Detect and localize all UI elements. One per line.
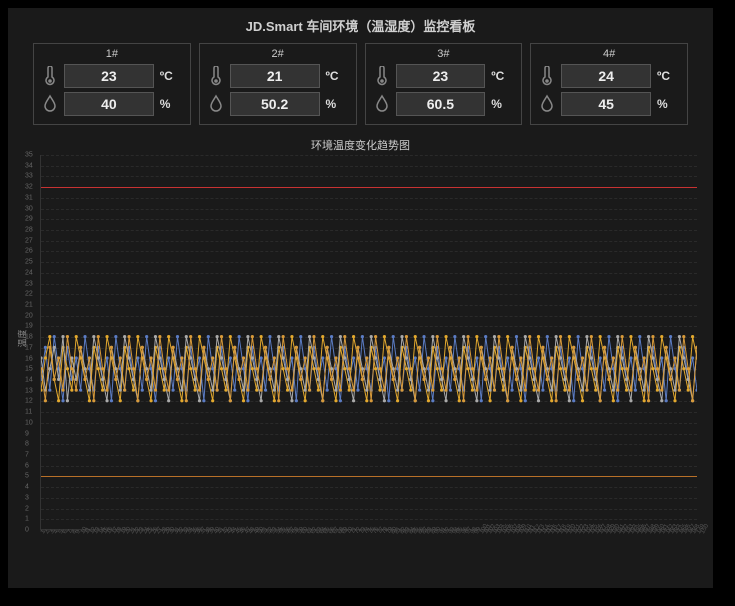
- kpi-row-temp: 21 ºC: [208, 64, 348, 88]
- unit-celsius: ºC: [657, 69, 679, 83]
- unit-percent: %: [160, 97, 182, 111]
- kpi-temp-value: 21: [230, 64, 320, 88]
- kpi-hum-value: 40: [64, 92, 154, 116]
- kpi-card-label: 1#: [42, 48, 182, 60]
- kpi-row-hum: 45 %: [539, 92, 679, 116]
- unit-percent: %: [657, 97, 679, 111]
- kpi-hum-value: 50.2: [230, 92, 320, 116]
- kpi-temp-value: 24: [561, 64, 651, 88]
- dashboard: JD.Smart 车间环境（温湿度）监控看板 1# 23 ºC 40 % 2# …: [8, 8, 713, 588]
- kpi-card-label: 2#: [208, 48, 348, 60]
- thermometer-icon: [42, 65, 58, 87]
- kpi-card-label: 4#: [539, 48, 679, 60]
- unit-percent: %: [491, 97, 513, 111]
- unit-celsius: ºC: [160, 69, 182, 83]
- droplet-icon: [374, 93, 390, 115]
- kpi-row-hum: 50.2 %: [208, 92, 348, 116]
- kpi-hum-value: 45: [561, 92, 651, 116]
- droplet-icon: [42, 93, 58, 115]
- kpi-row-temp: 24 ºC: [539, 64, 679, 88]
- kpi-temp-value: 23: [64, 64, 154, 88]
- page-title: JD.Smart 车间环境（温湿度）监控看板: [8, 8, 713, 43]
- thermometer-icon: [208, 65, 224, 87]
- x-axis-ticks: 1234567891011121314151617181920212223242…: [40, 530, 697, 560]
- kpi-card-3: 3# 23 ºC 60.5 %: [365, 43, 523, 125]
- kpi-card-label: 3#: [374, 48, 514, 60]
- unit-celsius: ºC: [326, 69, 348, 83]
- chart-panel: 环境温度变化趋势图 温度 012345678910111213141516171…: [8, 133, 713, 560]
- kpi-card-2: 2# 21 ºC 50.2 %: [199, 43, 357, 125]
- unit-celsius: ºC: [491, 69, 513, 83]
- thermometer-icon: [374, 65, 390, 87]
- kpi-row-hum: 60.5 %: [374, 92, 514, 116]
- unit-percent: %: [326, 97, 348, 111]
- kpi-cards: 1# 23 ºC 40 % 2# 21 ºC 50.2 %: [8, 43, 713, 133]
- thermometer-icon: [539, 65, 555, 87]
- droplet-icon: [539, 93, 555, 115]
- kpi-temp-value: 23: [396, 64, 486, 88]
- chart-svg: [41, 155, 697, 529]
- kpi-card-4: 4# 24 ºC 45 %: [530, 43, 688, 125]
- chart-plot-area: 温度 0123456789101112131415161718192021222…: [40, 155, 697, 530]
- kpi-card-1: 1# 23 ºC 40 %: [33, 43, 191, 125]
- droplet-icon: [208, 93, 224, 115]
- chart-title: 环境温度变化趋势图: [18, 137, 703, 153]
- kpi-row-temp: 23 ºC: [42, 64, 182, 88]
- kpi-row-temp: 23 ºC: [374, 64, 514, 88]
- kpi-row-hum: 40 %: [42, 92, 182, 116]
- kpi-hum-value: 60.5: [396, 92, 486, 116]
